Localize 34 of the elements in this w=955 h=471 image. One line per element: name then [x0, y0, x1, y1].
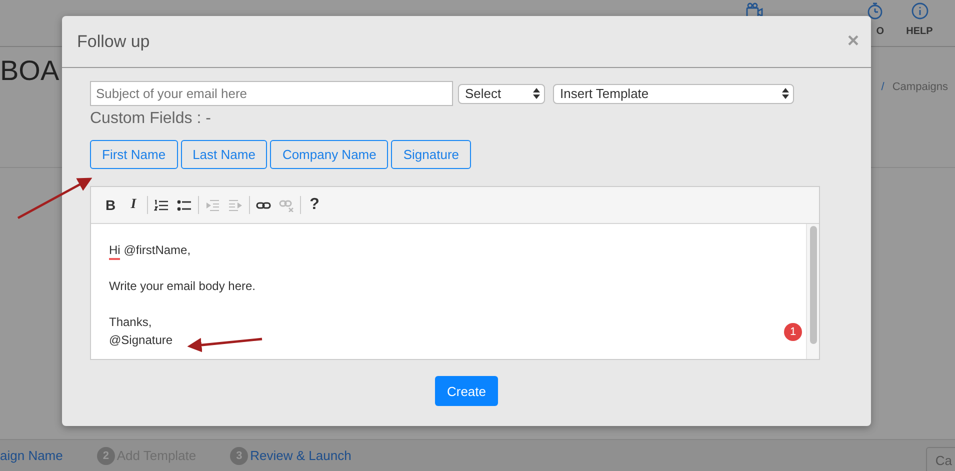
- create-button[interactable]: Create: [434, 376, 498, 406]
- body-text-line: Thanks,: [109, 314, 153, 331]
- step-label[interactable]: aign Name: [0, 448, 63, 463]
- page-title: BOA: [0, 55, 60, 87]
- close-button[interactable]: ×: [847, 30, 859, 53]
- custom-fields-label: Custom Fields : -: [90, 110, 212, 128]
- custom-field-button[interactable]: Signature: [391, 140, 472, 169]
- custom-field-button[interactable]: Company Name: [270, 140, 388, 169]
- custom-field-button[interactable]: First Name: [90, 140, 178, 169]
- body-text-line: Hi @firstName,: [109, 241, 191, 259]
- bold-button[interactable]: B: [103, 197, 118, 213]
- side-button[interactable]: Ca: [926, 446, 955, 471]
- help-button[interactable]: ?: [307, 197, 322, 213]
- dialog-title: Follow up: [77, 32, 150, 52]
- breadcrumb-link[interactable]: Campaigns: [892, 81, 948, 93]
- dropdown[interactable]: Insert Template: [553, 84, 794, 104]
- stopwatch-icon[interactable]: [866, 2, 884, 20]
- numbered-list-button[interactable]: [154, 197, 169, 213]
- custom-field-button[interactable]: Last Name: [180, 140, 268, 169]
- scrollbar[interactable]: [806, 224, 819, 359]
- step-label[interactable]: Review & Launch: [250, 448, 352, 463]
- dropdown-arrow-icon: [533, 88, 540, 99]
- body-text-line: @Signature: [109, 332, 173, 349]
- dropdown[interactable]: Select: [458, 84, 545, 104]
- dropdown-arrow-icon: [782, 88, 789, 99]
- email-editor[interactable]: B I ? Hi @firstName, Write your email body here. Thanks, @Signature 1: [90, 186, 820, 360]
- nav-label[interactable]: O: [876, 26, 884, 37]
- info-icon[interactable]: [910, 2, 928, 20]
- nav-label[interactable]: HELP: [906, 26, 933, 37]
- subject-field[interactable]: Subject of your email here: [90, 81, 453, 106]
- count-badge: 1: [784, 323, 802, 341]
- body-text-line: Write your email body here.: [109, 278, 256, 295]
- breadcrumb-separator: /: [881, 81, 884, 93]
- italic-button[interactable]: I: [126, 197, 141, 213]
